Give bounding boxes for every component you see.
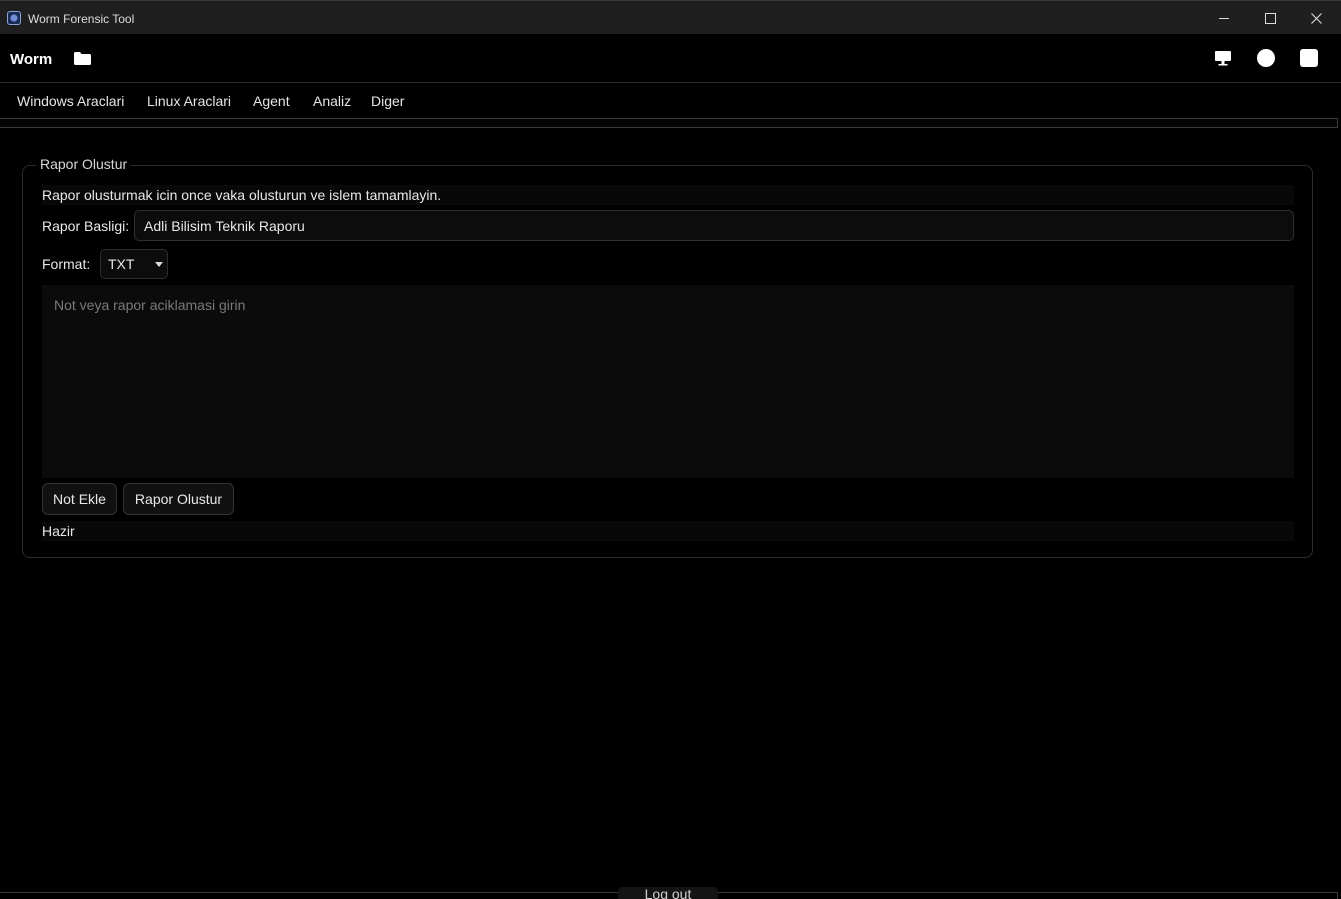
logout-button[interactable]: Log out	[618, 887, 718, 899]
monitor-icon[interactable]	[1214, 49, 1232, 67]
report-title-input[interactable]	[134, 210, 1294, 241]
create-report-button[interactable]: Rapor Olustur	[123, 483, 234, 515]
circle-icon[interactable]	[1257, 49, 1275, 67]
report-title-label: Rapor Basligi:	[42, 218, 130, 234]
menu-bar: Windows Araclari Linux Araclari Agent An…	[0, 84, 1341, 118]
menu-item-agent[interactable]: Agent	[253, 93, 290, 109]
status-text: Hazir	[42, 521, 1294, 541]
report-group-title: Rapor Olustur	[36, 156, 132, 172]
format-select[interactable]: TXT	[100, 249, 168, 279]
report-info-text: Rapor olusturmak icin once vaka olusturu…	[42, 185, 1294, 205]
close-button[interactable]	[1293, 1, 1339, 35]
folder-icon[interactable]	[74, 52, 91, 65]
app-toolbar: Worm	[0, 35, 1341, 83]
window-title: Worm Forensic Tool	[28, 12, 135, 26]
app-icon	[7, 11, 21, 25]
maximize-icon	[1264, 12, 1276, 24]
minimize-icon	[1219, 17, 1229, 19]
menu-item-linux-tools[interactable]: Linux Araclari	[147, 93, 231, 109]
format-label: Format:	[42, 256, 91, 272]
close-icon	[1310, 12, 1322, 24]
notes-textarea[interactable]	[42, 285, 1294, 478]
chevron-down-icon	[155, 262, 163, 267]
minimize-button[interactable]	[1201, 1, 1247, 35]
square-icon[interactable]	[1300, 49, 1318, 67]
menu-item-analysis[interactable]: Analiz	[313, 93, 351, 109]
add-note-button[interactable]: Not Ekle	[42, 483, 117, 515]
format-select-value: TXT	[108, 256, 135, 272]
menu-separator	[0, 118, 1338, 128]
window-titlebar: Worm Forensic Tool	[0, 0, 1341, 34]
menu-item-other[interactable]: Diger	[371, 93, 404, 109]
maximize-button[interactable]	[1247, 1, 1293, 35]
app-brand: Worm	[10, 51, 53, 68]
menu-item-windows-tools[interactable]: Windows Araclari	[17, 93, 124, 109]
